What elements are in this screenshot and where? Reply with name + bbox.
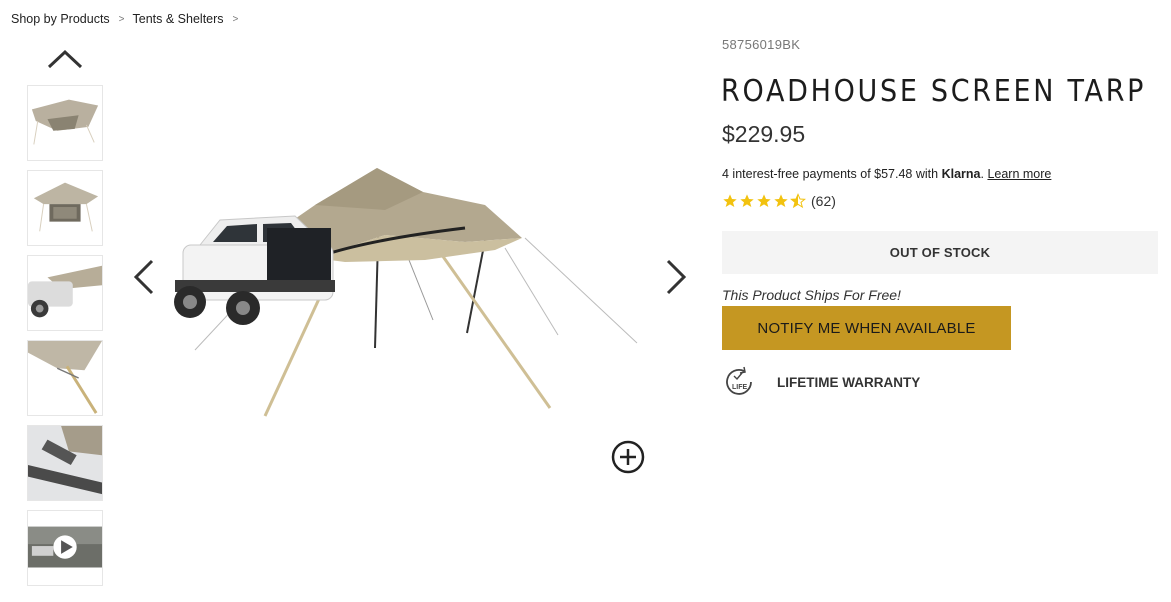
- free-shipping-note: This Product Ships For Free!: [722, 287, 901, 303]
- star-icon: [757, 194, 771, 207]
- breadcrumb-tents-shelters[interactable]: Tents & Shelters: [133, 12, 224, 26]
- notify-me-button[interactable]: NOTIFY ME WHEN AVAILABLE: [722, 306, 1011, 350]
- breadcrumb-separator: >: [232, 13, 239, 25]
- product-rating[interactable]: (62): [722, 193, 836, 209]
- stock-status: OUT OF STOCK: [722, 231, 1158, 274]
- thumbnail-video[interactable]: [27, 510, 103, 586]
- chevron-left-icon[interactable]: [130, 257, 160, 297]
- star-icon: [774, 194, 788, 207]
- rating-count[interactable]: (62): [811, 193, 836, 209]
- klarna-learn-more-link[interactable]: Learn more: [987, 167, 1051, 181]
- klarna-brand: Klarna: [941, 167, 981, 181]
- thumbnail-tarp-strap-closeup[interactable]: [27, 425, 103, 501]
- chevron-up-icon[interactable]: [45, 46, 85, 72]
- half-star-icon: [790, 193, 806, 209]
- rating-stars: [722, 193, 807, 209]
- chevron-right-icon[interactable]: [660, 257, 690, 297]
- breadcrumb-shop-by-products[interactable]: Shop by Products: [11, 12, 110, 26]
- lifetime-icon-text: LIFE: [732, 384, 747, 391]
- thumbnail-tarp-front-view[interactable]: [27, 170, 103, 246]
- lifetime-warranty: LIFE LIFETIME WARRANTY: [722, 365, 920, 399]
- product-sku: 58756019BK: [722, 37, 801, 52]
- product-title: ROADHOUSE SCREEN TARP: [721, 74, 1147, 109]
- thumbnail-tarp-pole-closeup[interactable]: [27, 340, 103, 416]
- klarna-text: 4 interest-free payments of $57.48 with: [722, 167, 939, 181]
- main-product-image: [165, 150, 650, 430]
- breadcrumb: Shop by Products > Tents & Shelters >: [11, 12, 246, 26]
- thumbnail-suv-with-tarp[interactable]: [27, 255, 103, 331]
- klarna-period: .: [980, 167, 984, 181]
- thumbnail-list: [27, 85, 103, 595]
- breadcrumb-separator: >: [118, 13, 125, 25]
- thumbnail-tarp-top-view[interactable]: [27, 85, 103, 161]
- lifetime-icon: LIFE: [726, 366, 752, 395]
- warranty-label: LIFETIME WARRANTY: [777, 374, 921, 390]
- star-icon: [740, 194, 754, 207]
- star-icon: [723, 194, 737, 207]
- klarna-payment-info: 4 interest-free payments of $57.48 with …: [722, 167, 1051, 181]
- product-price: $229.95: [722, 121, 806, 147]
- zoom-plus-icon[interactable]: [611, 440, 645, 474]
